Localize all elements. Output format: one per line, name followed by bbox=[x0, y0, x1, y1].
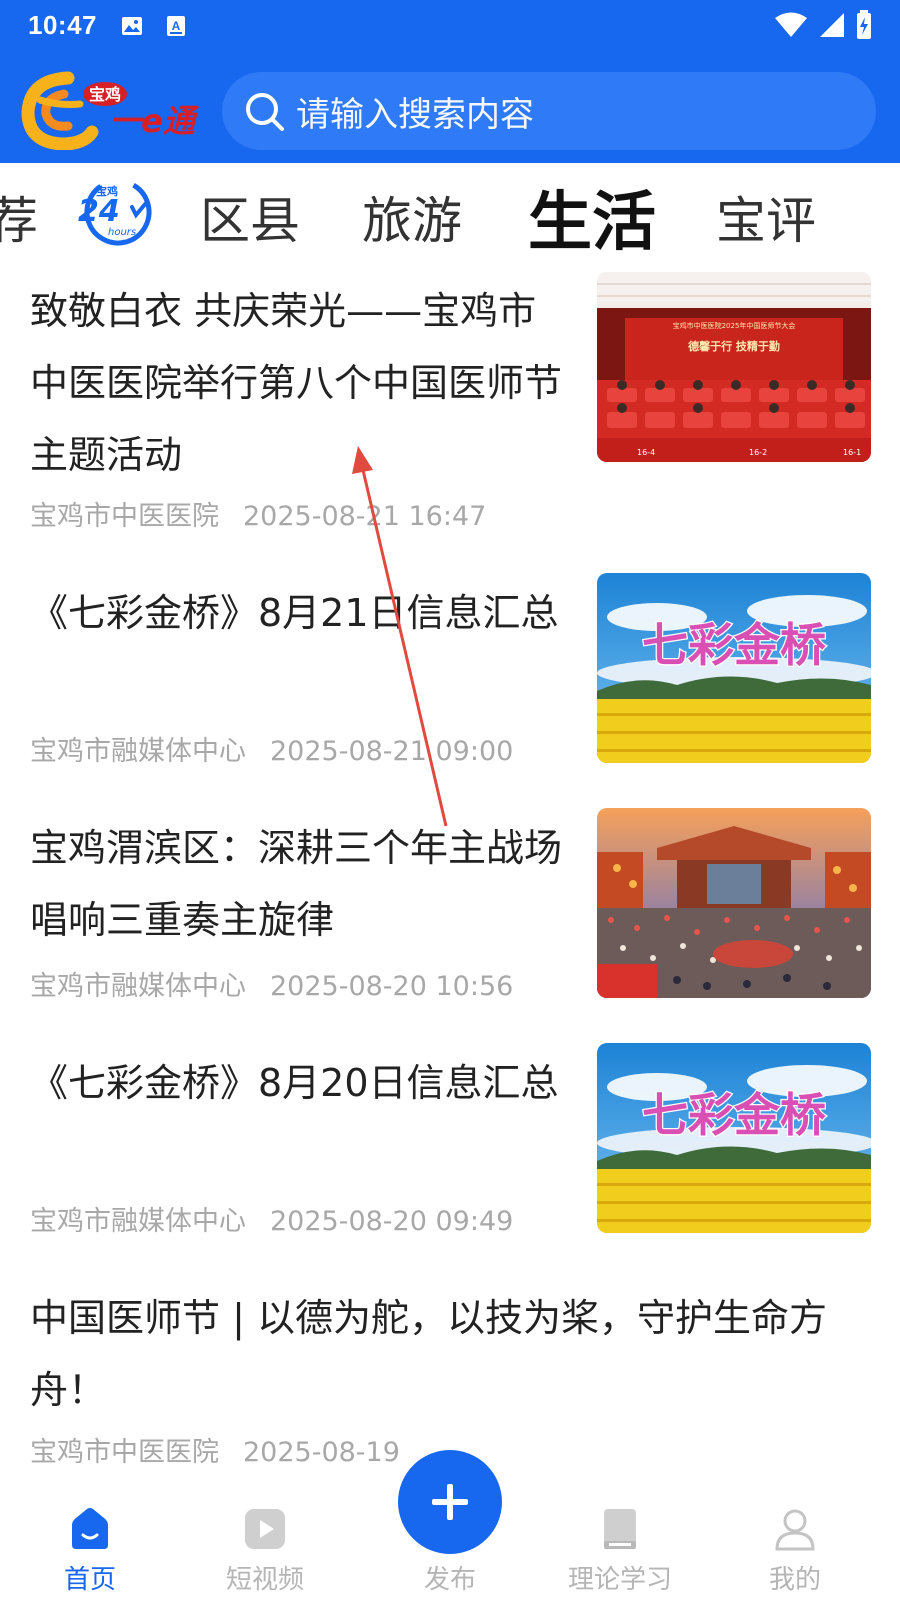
svg-text:A: A bbox=[172, 19, 181, 33]
news-thumbnail: 七彩金桥 bbox=[597, 573, 871, 763]
news-meta: 宝鸡市中医医院 2025-08-19 bbox=[30, 1430, 400, 1469]
tab-travel[interactable]: 旅游 bbox=[362, 181, 462, 253]
news-time: 2025-08-21 09:00 bbox=[270, 736, 514, 767]
badge-24-hours: hours bbox=[108, 227, 136, 238]
status-time: 10:47 bbox=[28, 10, 97, 40]
nav-label: 首页 bbox=[63, 1565, 116, 1595]
video-icon bbox=[245, 1509, 285, 1549]
nav-label: 理论学习 bbox=[567, 1565, 672, 1595]
thumb-brand-text: 七彩金桥 bbox=[642, 1088, 826, 1142]
news-time: 2025-08-20 09:49 bbox=[270, 1206, 514, 1237]
logo-text-main: 一e通 bbox=[109, 102, 200, 140]
news-time: 2025-08-21 16:47 bbox=[243, 501, 487, 532]
news-thumbnail: 宝鸡市中医医院2025年中国医师节大会 德馨于行 技精于勤 16-4 16-2 … bbox=[597, 272, 871, 462]
search-icon bbox=[246, 93, 284, 131]
thumb-slogan-text: 德馨于行 技精于勤 bbox=[687, 339, 780, 353]
search-bar[interactable]: 请输入搜索内容 bbox=[222, 72, 876, 150]
publish-button[interactable] bbox=[398, 1450, 502, 1554]
thumb-banner-text: 宝鸡市中医医院2025年中国医师节大会 bbox=[673, 321, 796, 330]
news-feed: 致敬白衣 共庆荣光——宝鸡市中医医院举行第八个中国医师节主题活动 宝鸡市中医医院… bbox=[0, 263, 900, 1477]
tab-24hours[interactable]: 宝鸡 24 hours bbox=[74, 177, 160, 247]
wifi-icon bbox=[775, 12, 807, 37]
nav-label: 短视频 bbox=[225, 1565, 304, 1595]
app-logo: 宝鸡 一e通 bbox=[21, 71, 200, 150]
news-source: 宝鸡市融媒体中心 bbox=[30, 736, 246, 767]
news-title: 《七彩金桥》8月20日信息汇总 bbox=[30, 1061, 559, 1105]
gallery-notification-icon bbox=[122, 17, 142, 35]
news-time: 2025-08-19 bbox=[243, 1437, 400, 1468]
tab-recommend[interactable]: 荐 bbox=[0, 181, 38, 253]
news-title: 致敬白衣 共庆荣光——宝鸡市中医医院举行第八个中国医师节主题活动 bbox=[30, 289, 563, 477]
cellular-signal-icon bbox=[820, 13, 844, 37]
book-icon bbox=[604, 1509, 636, 1549]
news-thumbnail bbox=[597, 808, 871, 998]
news-source: 宝鸡市中医医院 bbox=[30, 501, 219, 532]
status-right-icons bbox=[774, 10, 872, 40]
news-meta: 宝鸡市中医医院 2025-08-21 16:47 bbox=[30, 494, 486, 533]
thumb-seat-label: 16-1 bbox=[843, 448, 861, 457]
nav-mine[interactable]: 我的 bbox=[720, 1477, 870, 1600]
thumb-brand-text: 七彩金桥 bbox=[642, 618, 826, 672]
news-source: 宝鸡市中医医院 bbox=[30, 1437, 219, 1468]
news-meta: 宝鸡市融媒体中心 2025-08-21 09:00 bbox=[30, 729, 513, 768]
home-icon bbox=[72, 1508, 108, 1549]
news-meta: 宝鸡市融媒体中心 2025-08-20 10:56 bbox=[30, 964, 513, 1003]
news-title: 宝鸡渭滨区：深耕三个年主战场 唱响三重奏主旋律 bbox=[30, 826, 563, 942]
badge-24-number: 24 bbox=[78, 194, 120, 229]
nav-theory-study[interactable]: 理论学习 bbox=[545, 1477, 695, 1600]
battery-charging-icon bbox=[857, 10, 871, 39]
thumb-seat-label: 16-4 bbox=[637, 448, 655, 457]
thumb-seat-label: 16-2 bbox=[749, 448, 767, 457]
plus-icon bbox=[432, 1484, 468, 1520]
top-bar: 10:47 A 宝鸡 一e通 请输入搜索内容 bbox=[0, 0, 900, 163]
news-meta: 宝鸡市融媒体中心 2025-08-20 09:49 bbox=[30, 1199, 513, 1238]
publish-label: 发布 bbox=[423, 1565, 476, 1595]
status-bar: 10:47 A bbox=[0, 0, 900, 52]
news-thumbnail: 七彩金桥 bbox=[597, 1043, 871, 1233]
search-placeholder: 请输入搜索内容 bbox=[296, 94, 534, 135]
news-source: 宝鸡市融媒体中心 bbox=[30, 971, 246, 1002]
news-title: 《七彩金桥》8月21日信息汇总 bbox=[30, 591, 559, 635]
tab-commentary[interactable]: 宝评 bbox=[716, 181, 816, 253]
nav-label: 我的 bbox=[768, 1565, 821, 1595]
news-time: 2025-08-20 10:56 bbox=[270, 971, 514, 1002]
nav-short-video[interactable]: 短视频 bbox=[190, 1477, 340, 1600]
news-title: 中国医师节 | 以德为舵，以技为桨，守护生命方舟！ bbox=[30, 1296, 827, 1412]
tab-county[interactable]: 区县 bbox=[200, 181, 300, 253]
font-notification-icon: A bbox=[167, 16, 185, 36]
user-icon bbox=[775, 1509, 815, 1551]
nav-home[interactable]: 首页 bbox=[15, 1477, 165, 1600]
tab-life[interactable]: 生活 bbox=[528, 171, 656, 263]
category-tabs: 荐 宝鸡 24 hours 区县 旅游 生活 宝评 bbox=[0, 163, 900, 263]
news-source: 宝鸡市融媒体中心 bbox=[30, 1206, 246, 1237]
